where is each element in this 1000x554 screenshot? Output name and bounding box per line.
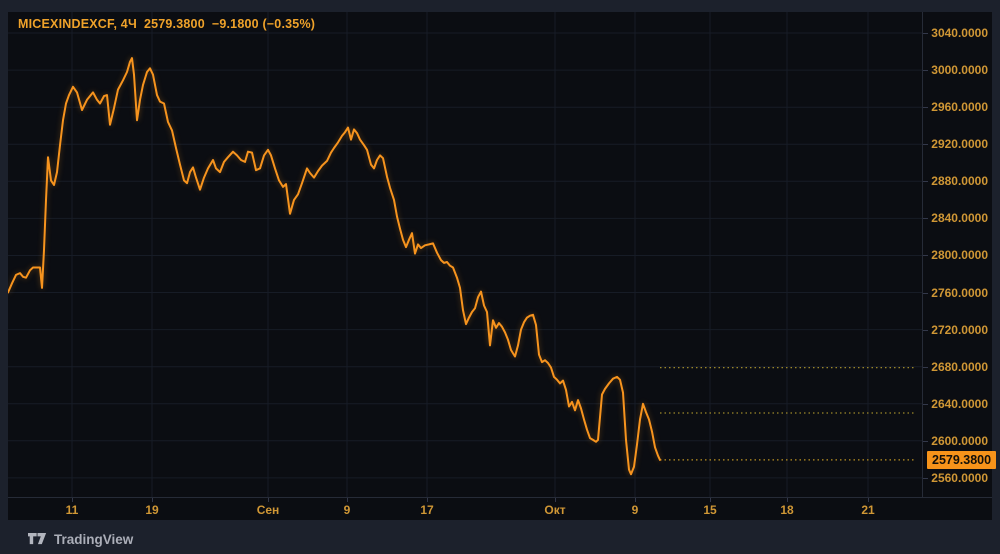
price-tick-mark: [923, 478, 928, 479]
price-tick-mark: [923, 441, 928, 442]
time-tick-label: 11: [65, 503, 79, 517]
time-axis[interactable]: 11 19 Сен 9 17 Окт 9 15 18 21: [8, 497, 992, 521]
time-tick-label: 17: [420, 503, 434, 517]
time-tick-label: 19: [145, 503, 159, 517]
time-tick-label: 15: [703, 503, 717, 517]
legend-symbol-interval[interactable]: MICEXINDEXCF, 4Ч: [18, 17, 137, 31]
tradingview-icon: [28, 532, 47, 546]
time-tick-label: Сен: [256, 503, 280, 517]
price-tick-mark: [923, 107, 928, 108]
price-tick-label: 2640.0000: [931, 397, 988, 411]
price-tick-mark: [923, 218, 928, 219]
price-tick-mark: [923, 367, 928, 368]
price-tick-label: 3000.0000: [931, 63, 988, 77]
time-tick-mark: [268, 498, 269, 502]
price-tick-label: 2760.0000: [931, 286, 988, 300]
time-tick-mark: [347, 498, 348, 502]
time-tick-label: 9: [343, 503, 351, 517]
time-tick-label: Окт: [544, 503, 566, 517]
price-tick-label: 2960.0000: [931, 100, 988, 114]
tradingview-logo-link[interactable]: TradingView: [28, 532, 133, 547]
price-tick-label: 2840.0000: [931, 211, 988, 225]
time-tick-label: 21: [861, 503, 875, 517]
symbol-legend[interactable]: MICEXINDEXCF, 4Ч 2579.3800 −9.1800 (−0.35%…: [18, 17, 322, 31]
price-tick-mark: [923, 255, 928, 256]
price-pane[interactable]: MICEXINDEXCF, 4Ч 2579.3800 −9.1800 (−0.35%…: [8, 12, 922, 497]
price-tick-mark: [923, 293, 928, 294]
legend-change: −9.1800 (−0.35%): [211, 17, 316, 31]
price-tick-mark: [923, 144, 928, 145]
price-line: [8, 57, 661, 476]
price-axis[interactable]: 3040.0000 3000.0000 2960.0000 2920.0000 2880…: [922, 12, 997, 497]
price-tick-label: 2720.0000: [931, 323, 988, 337]
time-tick-mark: [555, 498, 556, 502]
price-tick-label: 2800.0000: [931, 248, 988, 262]
time-tick-mark: [710, 498, 711, 502]
price-tick-label: 2880.0000: [931, 174, 988, 188]
price-tick-label: 2560.0000: [931, 471, 988, 485]
tradingview-label: TradingView: [54, 531, 134, 547]
time-tick-mark: [152, 498, 153, 502]
price-tick-label: 3040.0000: [931, 26, 988, 40]
time-tick-label: 18: [780, 503, 794, 517]
price-tick-label: 2680.0000: [931, 360, 988, 374]
price-tick-mark: [923, 70, 928, 71]
price-tick-label: 2920.0000: [931, 137, 988, 151]
time-tick-mark: [787, 498, 788, 502]
time-tick-mark: [635, 498, 636, 502]
footer-bar: TradingView: [8, 524, 992, 554]
chart-widget: MICEXINDEXCF, 4Ч 2579.3800 −9.1800 (−0.35%…: [8, 12, 997, 521]
time-tick-mark: [868, 498, 869, 502]
time-tick-mark: [72, 498, 73, 502]
price-tick-mark: [923, 404, 928, 405]
price-line-chart: [8, 12, 922, 497]
price-tick-mark: [923, 330, 928, 331]
price-tick-mark: [923, 33, 928, 34]
time-tick-mark: [427, 498, 428, 502]
legend-last-price: 2579.3800: [143, 17, 205, 31]
time-tick-label: 9: [631, 503, 639, 517]
price-tick-label: 2600.0000: [931, 434, 988, 448]
last-price-badge: 2579.3800: [927, 451, 997, 469]
price-tick-mark: [923, 181, 928, 182]
